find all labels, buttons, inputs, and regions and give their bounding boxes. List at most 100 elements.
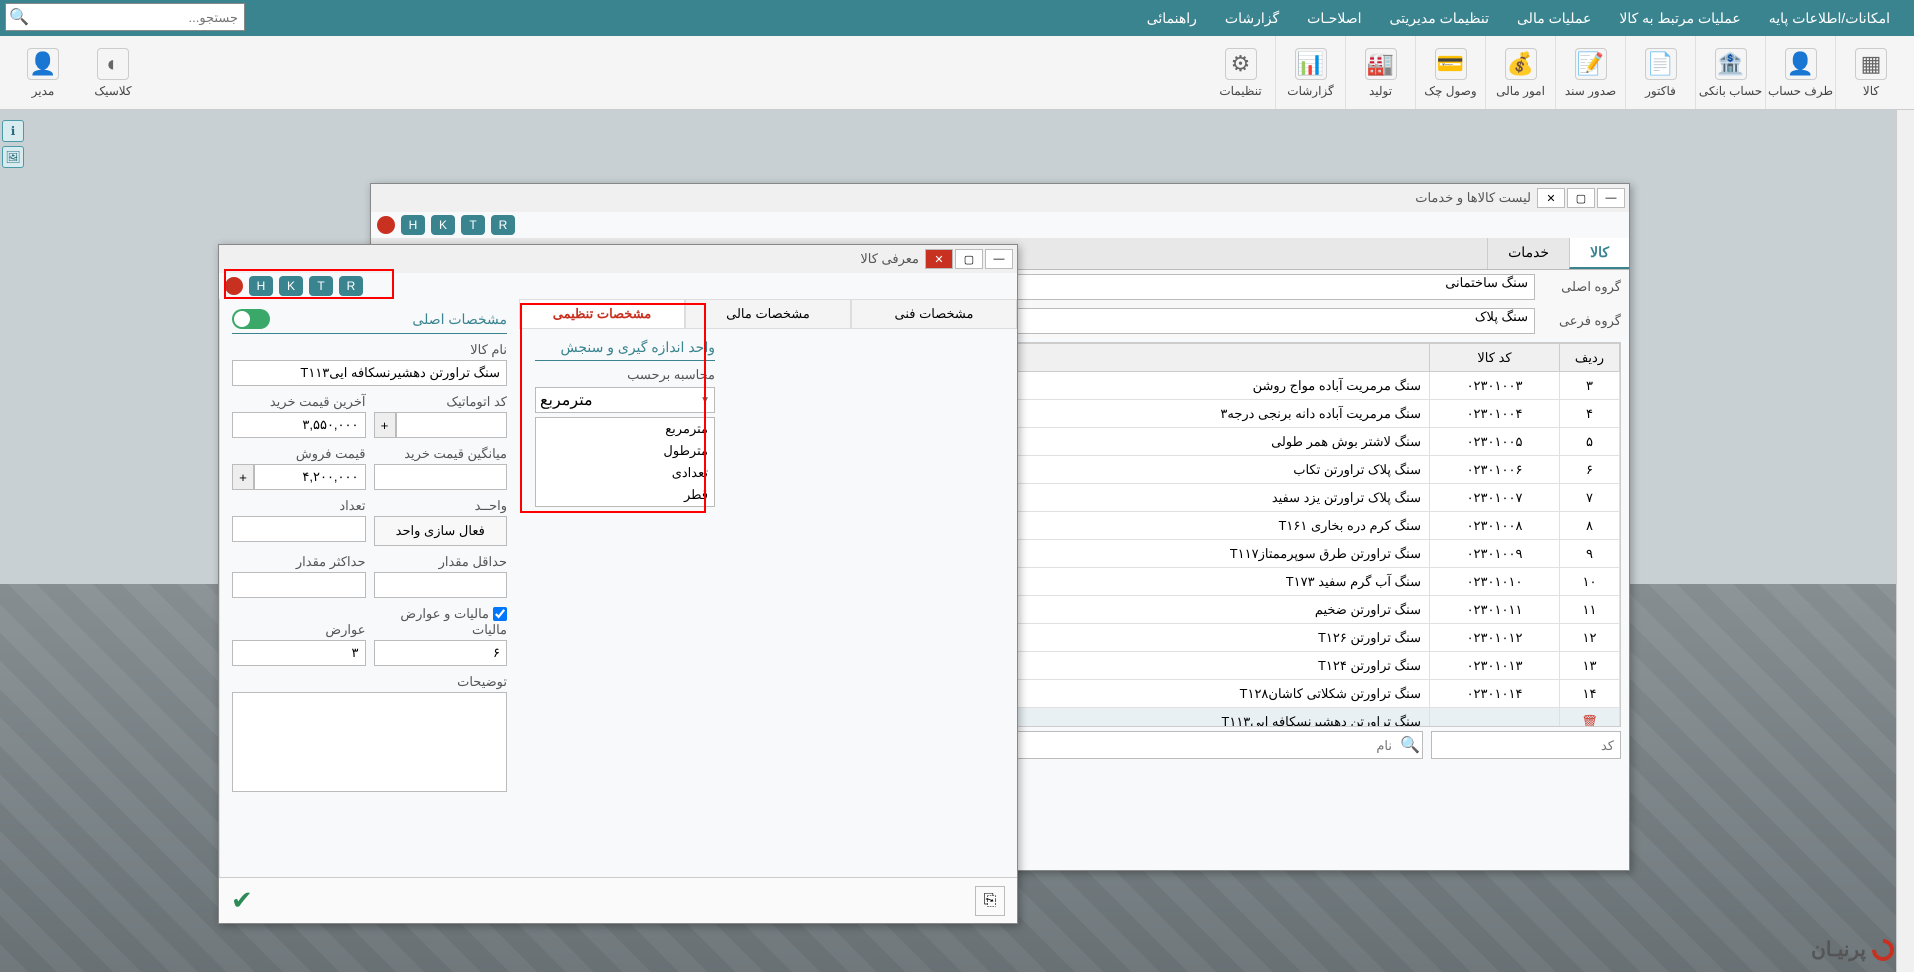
unit-select[interactable]: ▼ مترمربع — [535, 387, 715, 413]
menu-item[interactable]: راهنمائی — [1133, 10, 1211, 27]
qtag-k[interactable]: K — [279, 276, 303, 296]
qtag-k[interactable]: K — [431, 215, 455, 235]
max-input[interactable] — [232, 572, 366, 598]
bank-icon: 🏦 — [1715, 48, 1747, 80]
box-icon: ▦ — [1855, 48, 1887, 80]
unit-option[interactable]: تعدادی — [536, 462, 714, 484]
sub-group-label: گروه فرعی — [1541, 313, 1621, 329]
window-titlebar[interactable]: ✕ ▢ — معرفی کالا — [219, 245, 1017, 273]
unit-option[interactable]: مترمربع — [536, 418, 714, 440]
menu-item[interactable]: اصلاحـات — [1293, 10, 1375, 27]
qtag-t[interactable]: T — [461, 215, 485, 235]
tool-admin[interactable]: 👤مدیر — [8, 36, 78, 110]
lastbuy-label: آخرین قیمت خرید — [232, 394, 366, 410]
quick-bar: H K T R — [219, 273, 1017, 299]
tool-bank[interactable]: 🏦حساب بانکی — [1696, 36, 1766, 109]
qtag-t[interactable]: T — [309, 276, 333, 296]
money-icon: 💰 — [1505, 48, 1537, 80]
chart-icon: 📊 — [1295, 48, 1327, 80]
toolbar: ▦کالا 👤طرف حساب 🏦حساب بانکی 📄فاکتور 📝صدو… — [0, 36, 1914, 110]
menu-item[interactable]: گزارشات — [1211, 10, 1293, 27]
confirm-button[interactable]: ✔ — [231, 885, 253, 916]
form-footer: ⎘ ✔ — [219, 877, 1017, 923]
min-input[interactable] — [374, 572, 508, 598]
tool-finance[interactable]: 💰امور مالی — [1486, 36, 1556, 109]
count-input[interactable] — [232, 516, 366, 542]
qtag-h[interactable]: H — [401, 215, 425, 235]
tax-label: مالیات — [374, 622, 508, 638]
doc-icon: 📝 — [1575, 48, 1607, 80]
theme-icon: ◐ — [97, 48, 129, 80]
qtag-r[interactable]: R — [491, 215, 515, 235]
minimize-icon[interactable]: — — [985, 249, 1013, 269]
lastbuy-input[interactable] — [232, 412, 366, 438]
max-label: حداکثر مقدار — [232, 554, 366, 570]
avgbuy-input[interactable] — [374, 464, 508, 490]
activate-unit-button[interactable]: فعال سازی واحد — [374, 516, 508, 546]
avgbuy-label: میانگین قیمت خرید — [374, 446, 508, 462]
tool-settings[interactable]: ⚙تنظیمات — [1206, 36, 1276, 109]
invoice-icon: 📄 — [1645, 48, 1677, 80]
qtag-r[interactable]: R — [339, 276, 363, 296]
autocode-input[interactable] — [396, 412, 508, 438]
tool-classic[interactable]: ◐کلاسیک — [78, 36, 148, 110]
global-search[interactable]: 🔍 — [5, 3, 245, 31]
sell-label: قیمت فروش — [232, 446, 366, 462]
unit-option[interactable]: مترطول — [536, 440, 714, 462]
tool-cheque[interactable]: 💳وصول چک — [1416, 36, 1486, 109]
desc-label: توضیحات — [232, 674, 507, 690]
search-input[interactable] — [32, 10, 244, 25]
main-menubar: امکانات/اطلاعات پایه عملیات مرتبط به کال… — [0, 0, 1914, 36]
col-row[interactable]: ردیف — [1560, 344, 1620, 372]
tool-kala[interactable]: ▦کالا — [1836, 36, 1906, 109]
tab-settings[interactable]: مشخصات تنظیمی — [519, 299, 685, 329]
brand-logo: پرنیـان — [1811, 937, 1894, 962]
sell-plus-button[interactable]: + — [232, 464, 254, 490]
tab-goods[interactable]: کالا — [1569, 238, 1629, 269]
tool-reports[interactable]: 📊گزارشات — [1276, 36, 1346, 109]
record-icon[interactable] — [377, 216, 395, 234]
search-icon: 🔍 — [6, 7, 32, 27]
tab-financial[interactable]: مشخصات مالی — [685, 299, 851, 329]
scrollbar-vertical[interactable] — [1896, 110, 1914, 972]
tool-voucher[interactable]: 📝صدور سند — [1556, 36, 1626, 109]
tool-invoice[interactable]: 📄فاکتور — [1626, 36, 1696, 109]
minimize-icon[interactable]: — — [1597, 188, 1625, 208]
active-toggle[interactable] — [232, 309, 270, 329]
unit-option[interactable]: قطر — [536, 484, 714, 506]
desc-textarea[interactable] — [232, 692, 507, 792]
menu-item[interactable]: عملیات مالی — [1503, 10, 1605, 27]
maximize-icon[interactable]: ▢ — [1567, 188, 1595, 208]
count-label: تعداد — [232, 498, 366, 514]
tool-party[interactable]: 👤طرف حساب — [1766, 36, 1836, 109]
col-code[interactable]: کد کالا — [1430, 344, 1560, 372]
close-icon[interactable]: ✕ — [925, 249, 953, 269]
window-titlebar[interactable]: ✕ ▢ — لیست کالاها و خدمات — [371, 184, 1629, 212]
exit-button[interactable]: ⎘ — [975, 886, 1005, 916]
tab-technical[interactable]: مشخصات فنی — [851, 299, 1017, 329]
menu-item[interactable]: عملیات مرتبط به کالا — [1605, 10, 1754, 27]
toll-input[interactable] — [232, 640, 366, 666]
tax-input[interactable] — [374, 640, 508, 666]
tab-services[interactable]: خدمات — [1487, 238, 1569, 269]
name-input[interactable] — [232, 360, 507, 386]
side-pin-bar: ℹ 🖼 — [2, 120, 24, 168]
qtag-h[interactable]: H — [249, 276, 273, 296]
autocode-plus-button[interactable]: + — [374, 412, 396, 438]
sell-input[interactable] — [254, 464, 366, 490]
menu-item[interactable]: امکانات/اطلاعات پایه — [1755, 10, 1904, 27]
grid-search-code[interactable] — [1432, 738, 1620, 753]
record-icon[interactable] — [225, 277, 243, 295]
info-pin-icon[interactable]: ℹ — [2, 120, 24, 142]
tool-produce[interactable]: 🏭تولید — [1346, 36, 1416, 109]
user-icon: 👤 — [1785, 48, 1817, 80]
image-pin-icon[interactable]: 🖼 — [2, 146, 24, 168]
search-icon: 🔍 — [1398, 735, 1422, 755]
close-icon[interactable]: ✕ — [1537, 188, 1565, 208]
main-section-title: مشخصات اصلی — [232, 305, 507, 334]
maximize-icon[interactable]: ▢ — [955, 249, 983, 269]
menu-item[interactable]: تنظیمات مدیریتی — [1375, 10, 1503, 27]
tax-checkbox[interactable]: مالیات و عوارض — [232, 606, 507, 622]
chevron-down-icon: ▼ — [700, 395, 710, 406]
main-group-label: گروه اصلی — [1541, 279, 1621, 295]
